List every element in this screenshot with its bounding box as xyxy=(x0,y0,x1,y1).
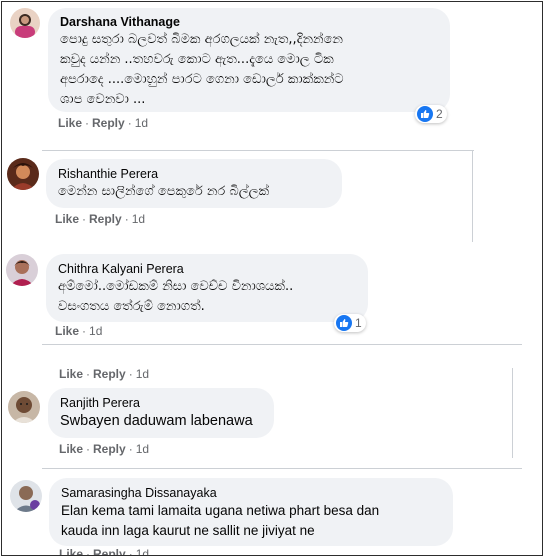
commenter-name[interactable]: Samarasingha Dissanayaka xyxy=(61,485,441,501)
reply-button[interactable]: Reply xyxy=(92,116,125,130)
commenter-name[interactable]: Chithra Kalyani Perera xyxy=(58,261,356,277)
reply-button[interactable]: Reply xyxy=(93,367,126,381)
comment-text: මෙන්න සාලින්ගේ පෙකුරේ නර බිල්ලක් xyxy=(58,184,270,199)
comment-actions: Like · Reply · 1d xyxy=(59,442,150,456)
avatar[interactable] xyxy=(6,254,38,286)
timestamp[interactable]: 1d xyxy=(136,547,149,555)
like-button[interactable]: Like xyxy=(59,442,83,456)
thread-line xyxy=(472,150,473,242)
comment-actions: Like · Reply · 1d xyxy=(59,367,150,381)
commenter-name[interactable]: Ranjith Perera xyxy=(60,395,262,411)
divider xyxy=(42,344,522,345)
comment-bubble: Chithra Kalyani Perera අම්මෝ..මෝඩකම් නිස… xyxy=(46,254,368,322)
comment-bubble: Samarasingha Dissanayaka Elan kema tami … xyxy=(49,478,453,546)
reply-button[interactable]: Reply xyxy=(89,212,122,226)
comment-text: පොදු සතුරා බලවත් බිමක අරගලයක් නැත,,දිනන්… xyxy=(60,32,344,107)
like-button[interactable]: Like xyxy=(59,367,83,381)
avatar[interactable] xyxy=(10,8,40,38)
timestamp[interactable]: 1d xyxy=(135,116,148,130)
comment-actions: Like · 1d xyxy=(55,324,103,338)
thread-line xyxy=(512,368,513,458)
timestamp[interactable]: 1d xyxy=(132,212,145,226)
comment-bubble: Darshana Vithanage පොදු සතුරා බලවත් බිමක… xyxy=(48,8,450,112)
comment-actions: Like · Reply · 1d xyxy=(55,212,146,226)
like-button[interactable]: Like xyxy=(55,212,79,226)
reaction-count[interactable]: 1 xyxy=(334,314,366,332)
comment-bubble: Ranjith Perera Swbayen daduwam labenawa xyxy=(48,388,274,438)
comment-actions: Like · Reply · 1d xyxy=(58,116,149,130)
thumbs-up-icon xyxy=(417,106,433,122)
timestamp[interactable]: 1d xyxy=(136,367,149,381)
divider xyxy=(42,150,474,151)
comment-text: Swbayen daduwam labenawa xyxy=(60,413,253,429)
comments-panel: Darshana Vithanage පොදු සතුරා බලවත් බිමක… xyxy=(1,1,543,556)
comment-text: Elan kema tami lamaita ugana netiwa phar… xyxy=(61,503,380,538)
comment-actions: Like · Reply · 1d xyxy=(59,547,149,555)
reaction-count[interactable]: 2 xyxy=(415,105,447,123)
timestamp[interactable]: 1d xyxy=(136,442,149,456)
reply-button[interactable]: Reply xyxy=(93,442,126,456)
commenter-name[interactable]: Rishanthie Perera xyxy=(58,166,330,182)
reaction-count-label: 1 xyxy=(355,316,362,330)
avatar[interactable] xyxy=(8,391,40,423)
timestamp[interactable]: 1d xyxy=(89,324,102,338)
avatar[interactable] xyxy=(7,158,39,190)
thumbs-up-icon xyxy=(336,315,352,331)
reply-button[interactable]: Reply xyxy=(93,547,126,555)
reaction-count-label: 2 xyxy=(436,107,443,121)
like-button[interactable]: Like xyxy=(59,547,83,555)
comment-text: අම්මෝ..මෝඩකම් නිසා වෙච්ච විනාශයක්.. වසංග… xyxy=(58,279,294,314)
commenter-name[interactable]: Darshana Vithanage xyxy=(60,14,438,30)
divider xyxy=(42,468,522,469)
comment-bubble: Rishanthie Perera මෙන්න සාලින්ගේ පෙකුරේ … xyxy=(46,159,342,208)
like-button[interactable]: Like xyxy=(55,324,79,338)
like-button[interactable]: Like xyxy=(58,116,82,130)
avatar[interactable] xyxy=(10,480,42,512)
